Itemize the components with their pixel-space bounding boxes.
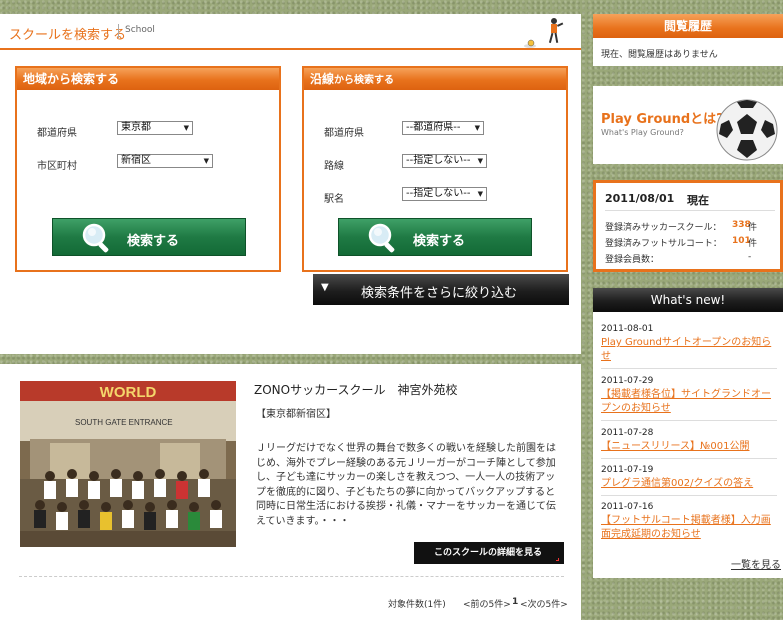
line-search-button-label: 検索する	[413, 234, 466, 249]
news-panel: What's new! 2011-08-01 Play Groundサイトオープ…	[593, 288, 783, 578]
stat-label-futsal-courts: 登録済みフットサルコート：	[605, 239, 722, 249]
stat-unit-soccer-schools: 件	[748, 223, 758, 233]
stats-panel: 2011/08/01 現在 登録済みサッカースクール： 338 件 登録済みフッ…	[593, 180, 783, 272]
area-search-heading: 地域から検索する	[17, 68, 279, 90]
news-date: 2011-07-19	[601, 465, 654, 475]
prefecture-label: 都道府県	[37, 128, 77, 139]
school-description: Ｊリーグだけでなく世界の舞台で数多くの戦いを経験した前園をはじめ、海外でプレー経…	[256, 443, 556, 527]
line-search-heading-main: 沿線	[310, 72, 335, 86]
history-title: 閲覧履歴	[593, 14, 783, 38]
photo-sign-top: WORLD	[100, 384, 157, 401]
search-panel: スクールを検索する School 地域から検索する 都道府県 東京都 市区町村 …	[0, 14, 581, 354]
line-prefecture-select-value: --都道府県--	[406, 122, 461, 133]
station-select[interactable]: --指定しない--	[402, 187, 487, 201]
prefecture-select[interactable]: 東京都	[117, 121, 193, 135]
station-select-value: --指定しない--	[406, 188, 471, 199]
current-page: 1	[512, 597, 519, 607]
line-search-button[interactable]: 検索する	[338, 218, 532, 256]
stats-current-label: 現在	[687, 194, 709, 207]
line-search-heading: 沿線から検索する	[304, 68, 566, 90]
prev-page-link[interactable]: <前の5件>	[463, 597, 511, 610]
result-count: 対象件数(1件)	[388, 600, 446, 610]
school-detail-button[interactable]: このスクールの詳細を見る	[414, 542, 564, 564]
stat-unit-members: -	[748, 252, 752, 262]
stat-label-members: 登録会員数：	[605, 255, 660, 265]
school-area: 【東京都新宿区】	[256, 409, 336, 420]
line-search-box: 沿線から検索する 都道府県 --都道府県-- 路線 --指定しない-- 駅名 -…	[302, 66, 568, 272]
corner-arrow-icon	[556, 558, 559, 561]
school-name-link[interactable]: ZONOサッカースクール 神宮外苑校	[254, 381, 458, 398]
result-divider	[19, 576, 564, 577]
next-page-link[interactable]: <次の5件>	[520, 597, 568, 610]
school-photo-image: WORLD SOUTH GATE ENTRANCE	[20, 381, 236, 547]
photo-sign: SOUTH GATE ENTRANCE	[75, 418, 173, 427]
news-divider	[601, 368, 777, 369]
news-item: 2011-07-29 【掲載者様各位】サイトグランドオープンのお知らせ	[601, 376, 779, 416]
city-label: 市区町村	[37, 161, 77, 172]
stat-label-soccer-schools: 登録済みサッカースクール：	[605, 223, 722, 233]
play-ground-banner[interactable]: Play Groundとは? What's Play Ground?	[593, 86, 783, 164]
news-item: 2011-07-19 プレグラ通信第002/クイズの答え	[601, 465, 779, 491]
news-item: 2011-07-16 【フットサルコート掲載者様】入力画面完成延期のお知らせ	[601, 502, 779, 542]
stats-divider	[605, 210, 775, 211]
stats-date: 2011/08/01	[605, 192, 675, 205]
news-item: 2011-07-28 【ニュースリリース】№001公開	[601, 428, 779, 454]
refine-search-button[interactable]: ▼ 検索条件をさらに絞り込む	[313, 274, 569, 305]
area-search-box: 地域から検索する 都道府県 東京都 市区町村 新宿区 検索する	[15, 66, 281, 272]
railway-line-select-value: --指定しない--	[406, 155, 471, 166]
triangle-down-icon: ▼	[321, 282, 329, 293]
news-divider	[601, 420, 777, 421]
news-link[interactable]: 【掲載者様各位】サイトグランドオープンのお知らせ	[601, 388, 779, 416]
station-label: 駅名	[324, 194, 344, 205]
magnifier-icon	[82, 223, 109, 253]
soccer-ball-icon	[716, 99, 778, 161]
prefecture-select-value: 東京都	[121, 122, 151, 133]
city-select-value: 新宿区	[121, 155, 151, 166]
school-detail-label: このスクールの詳細を見る	[434, 548, 543, 558]
news-divider	[601, 458, 777, 459]
news-link[interactable]: プレグラ通信第002/クイズの答え	[601, 477, 779, 491]
area-search-button[interactable]: 検索する	[52, 218, 246, 256]
banner-title: Play Groundとは?	[601, 112, 724, 127]
news-item: 2011-08-01 Play Groundサイトオープンのお知らせ	[601, 324, 779, 364]
news-divider	[601, 495, 777, 496]
result-panel: WORLD SOUTH GATE ENTRANCE ZONOサッカースクール 神…	[0, 364, 581, 620]
search-header: スクールを検索する School	[0, 14, 581, 50]
area-search-button-label: 検索する	[127, 234, 180, 249]
news-date: 2011-07-29	[601, 376, 654, 386]
soccer-player-icon	[524, 18, 564, 48]
school-photo[interactable]: WORLD SOUTH GATE ENTRANCE	[20, 381, 236, 547]
news-link[interactable]: 【フットサルコート掲載者様】入力画面完成延期のお知らせ	[601, 514, 779, 542]
history-panel: 閲覧履歴 現在、閲覧履歴はありません	[593, 14, 783, 66]
railway-line-select[interactable]: --指定しない--	[402, 154, 487, 168]
title-separator	[118, 24, 119, 38]
search-title: スクールを検索する	[9, 28, 127, 43]
stat-unit-futsal-courts: 件	[748, 239, 758, 249]
search-subtitle: School	[125, 25, 155, 35]
line-search-heading-rest: から検索する	[334, 75, 395, 86]
news-link[interactable]: 【ニュースリリース】№001公開	[601, 440, 779, 454]
line-prefecture-label: 都道府県	[324, 128, 364, 139]
magnifier-icon	[368, 223, 395, 253]
news-date: 2011-07-16	[601, 502, 654, 512]
railway-line-label: 路線	[324, 161, 344, 172]
city-select[interactable]: 新宿区	[117, 154, 213, 168]
news-date: 2011-07-28	[601, 428, 654, 438]
refine-search-label: 検索条件をさらに絞り込む	[361, 286, 518, 301]
banner-subtitle: What's Play Ground?	[601, 128, 684, 137]
history-empty-text: 現在、閲覧履歴はありません	[601, 50, 718, 60]
news-date: 2011-08-01	[601, 324, 654, 334]
line-prefecture-select[interactable]: --都道府県--	[402, 121, 484, 135]
news-title: What's new!	[593, 288, 783, 312]
news-more-link[interactable]: 一覧を見る	[731, 556, 781, 571]
news-link[interactable]: Play Groundサイトオープンのお知らせ	[601, 336, 779, 364]
